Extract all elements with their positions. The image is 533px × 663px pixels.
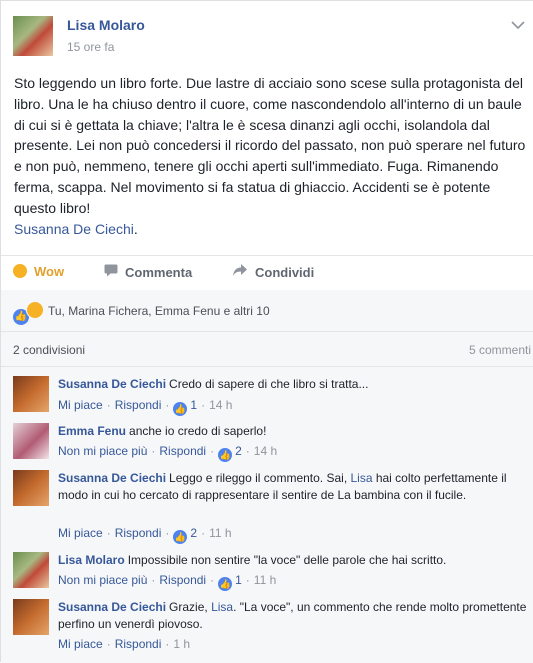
like-count[interactable]: 1 [235,573,242,587]
wow-button[interactable]: Wow [13,264,64,279]
reply-link[interactable]: Rispondi [115,637,162,651]
comment-text: Impossibile non sentire "la voce" delle … [127,553,447,567]
post-card: Lisa Molaro 15 ore fa Sto leggendo un li… [0,0,533,663]
chevron-down-icon[interactable] [511,17,525,33]
comment-time[interactable]: 14 h [254,444,277,458]
comment-author[interactable]: Emma Fenu [58,424,126,438]
avatar[interactable] [13,376,49,412]
shares-link[interactable]: 2 condivisioni [13,343,85,357]
comment-time[interactable]: 14 h [209,398,232,412]
wow-icon [26,301,44,319]
action-bar: Wow Commenta Condividi [1,255,533,291]
post-header: Lisa Molaro 15 ore fa [13,13,525,63]
like-count[interactable]: 2 [190,526,197,540]
share-icon [232,264,248,280]
reactions-summary[interactable]: 👍 Tu, Marina Fichera, Emma Fenu e altri 1… [13,301,270,325]
reply-link[interactable]: Rispondi [159,444,206,458]
avatar[interactable] [13,552,49,588]
post-body: Sto leggendo un libro forte. Due lastre … [14,73,529,239]
divider [1,331,533,332]
like-count[interactable]: 1 [190,398,197,412]
comment-text: Grazie, [169,600,212,614]
comment-author[interactable]: Susanna De Ciechi [58,471,166,485]
comment-button[interactable]: Commenta [104,264,192,280]
reply-link[interactable]: Rispondi [115,526,162,540]
author-name[interactable]: Lisa Molaro [67,17,145,33]
comment-meta: Mi piace · Rispondi · 👍 1 · 14 h [58,398,233,416]
divider [1,366,533,367]
like-count[interactable]: 2 [235,444,242,458]
mention-link[interactable]: Lisa [211,600,233,614]
unlike-link[interactable]: Non mi piace più [58,573,147,587]
avatar[interactable] [13,470,49,506]
reply-link[interactable]: Rispondi [159,573,206,587]
feedback-section: 👍 Tu, Marina Fichera, Emma Fenu e altri 1… [1,290,533,663]
tagged-user-link[interactable]: Susanna De Ciechi. [14,219,529,240]
comment-time[interactable]: 1 h [173,637,190,651]
avatar[interactable] [13,599,49,635]
like-link[interactable]: Mi piace [58,398,103,412]
like-icon: 👍 [173,530,188,544]
comment-icon [104,264,118,280]
author-avatar[interactable] [13,16,53,56]
comment-text: Leggo e rileggo il commento. Sai, [169,471,351,485]
share-button[interactable]: Condividi [232,264,314,280]
comment-time[interactable]: 11 h [254,573,276,587]
post-time[interactable]: 15 ore fa [67,40,114,54]
comment-meta: Non mi piace più · Rispondi · 👍 2 · 14 h [58,444,278,462]
comment-text: anche io credo di saperlo! [129,424,267,438]
comment-author[interactable]: Susanna De Ciechi [58,600,166,614]
unlike-link[interactable]: Non mi piace più [58,444,147,458]
like-icon: 👍 [218,448,233,462]
like-icon: 👍 [218,577,233,591]
comments-count[interactable]: 5 commenti [469,343,531,357]
comment-author[interactable]: Susanna De Ciechi [58,377,166,391]
post-text: Sto leggendo un libro forte. Due lastre … [14,75,526,216]
comment-time[interactable]: 11 h [209,526,231,540]
comment-meta: Mi piace · Rispondi · 👍 2 · 11 h [58,526,232,544]
like-link[interactable]: Mi piace [58,526,103,540]
comment-meta: Non mi piace più · Rispondi · 👍 1 · 11 h [58,573,277,591]
reply-link[interactable]: Rispondi [115,398,162,412]
wow-icon [13,264,27,278]
comment-author[interactable]: Lisa Molaro [58,553,125,567]
comment-text: Credo di sapere di che libro si tratta..… [169,377,369,391]
comment-meta: Mi piace · Rispondi · 1 h [58,637,191,651]
like-icon: 👍 [173,402,188,416]
like-link[interactable]: Mi piace [58,637,103,651]
mention-link[interactable]: Lisa [350,471,372,485]
avatar[interactable] [13,423,49,459]
